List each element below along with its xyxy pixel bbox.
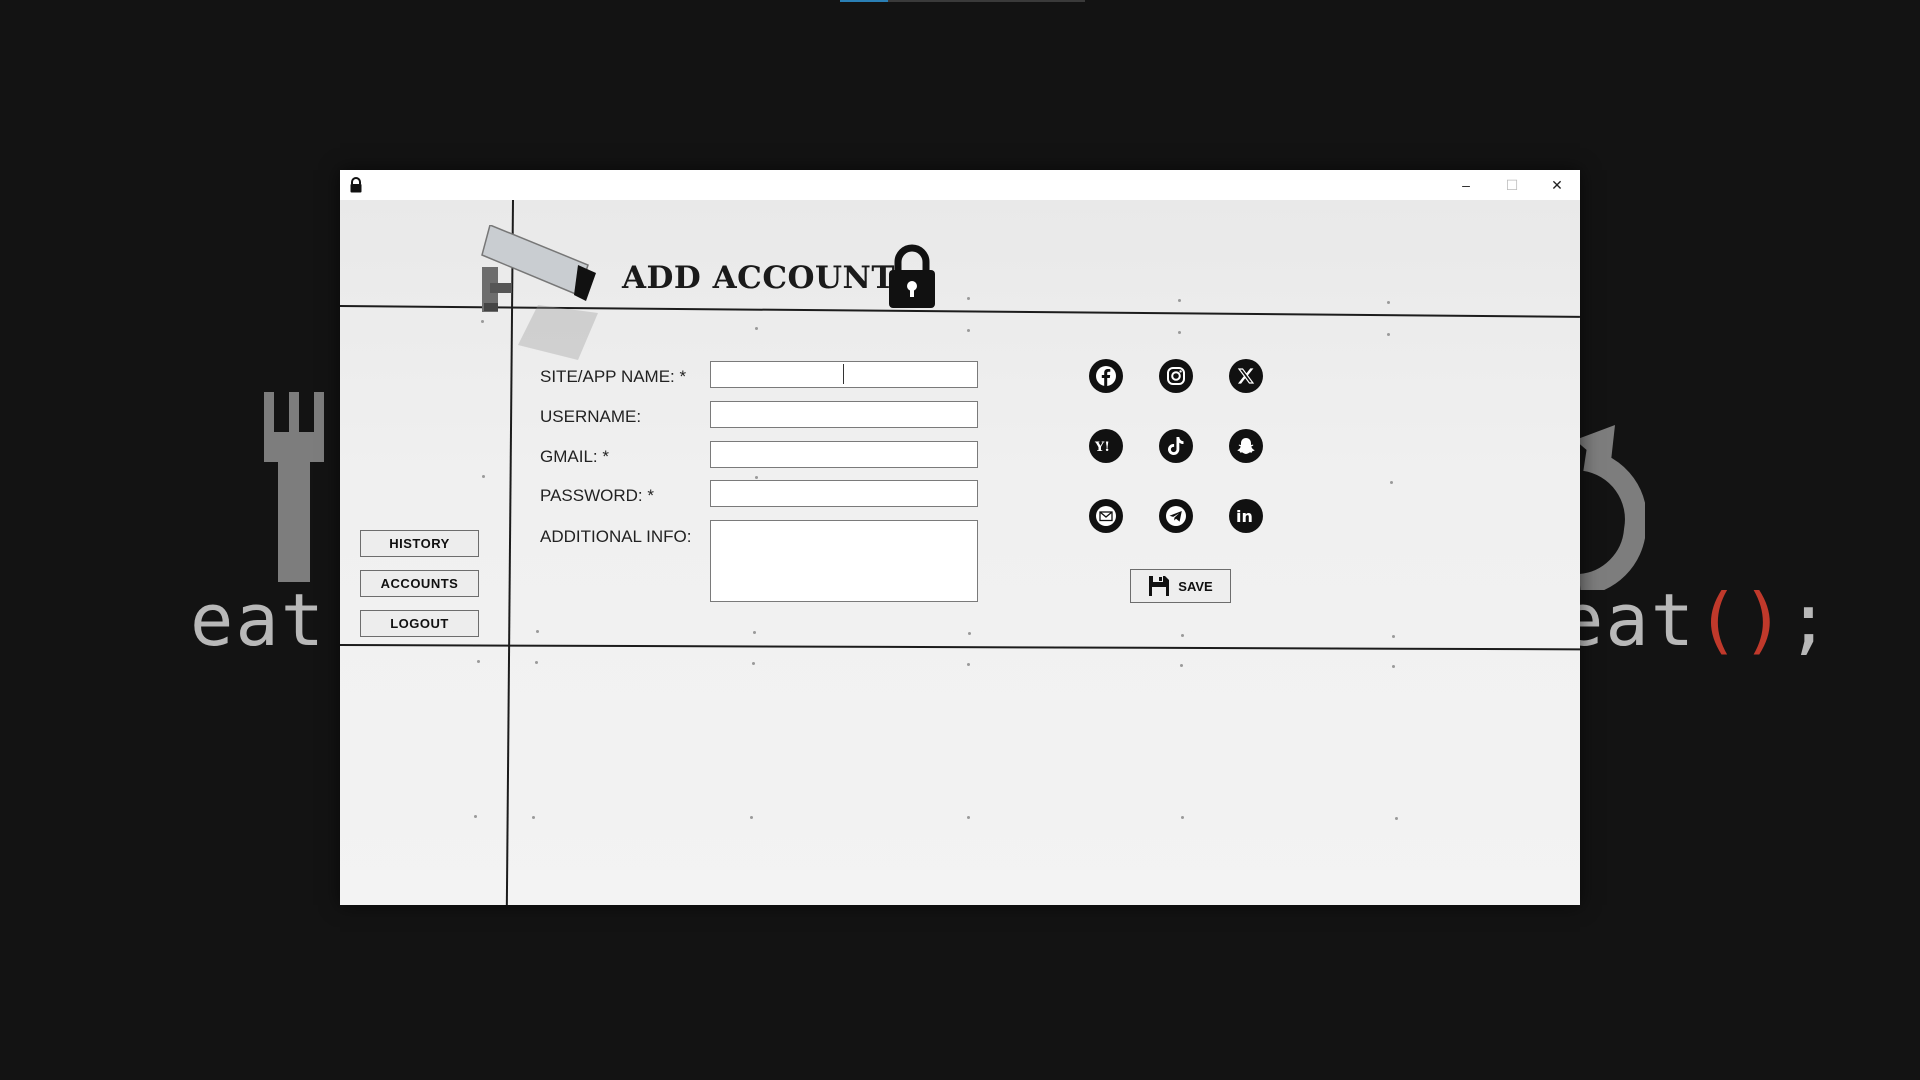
x-button[interactable] — [1229, 359, 1263, 393]
fork-icon — [264, 392, 324, 582]
save-label: SAVE — [1178, 578, 1213, 594]
telegram-icon — [1166, 506, 1186, 526]
gmail-label: GMAIL: * — [540, 447, 609, 466]
wall-dot — [536, 630, 539, 633]
wall-dot — [535, 661, 538, 664]
wall-dot — [968, 632, 971, 635]
tiktok-icon — [1168, 437, 1184, 455]
facebook-icon — [1096, 366, 1116, 386]
wall-dot — [752, 662, 755, 665]
wall-dot — [967, 663, 970, 666]
wall-dot — [482, 475, 485, 478]
wall-dot — [1181, 816, 1184, 819]
telegram-button[interactable] — [1159, 499, 1193, 533]
refresh-icon — [1575, 425, 1645, 590]
close-button[interactable]: ✕ — [1534, 170, 1580, 200]
site-app-name-input[interactable] — [710, 361, 978, 388]
wall-dot — [755, 327, 758, 330]
tiktok-button[interactable] — [1159, 429, 1193, 463]
lock-icon — [350, 177, 362, 193]
yahoo-button[interactable]: Y! — [1089, 429, 1123, 463]
facebook-button[interactable] — [1089, 359, 1123, 393]
linkedin-icon: in — [1236, 507, 1253, 525]
additional-info-textarea[interactable] — [710, 520, 978, 602]
wall-dot — [750, 816, 753, 819]
wall-dot — [1387, 333, 1390, 336]
taskbar-indicator-accent — [840, 0, 888, 2]
wall-dot — [1392, 635, 1395, 638]
email-button[interactable] — [1089, 499, 1123, 533]
linkedin-button[interactable]: in — [1229, 499, 1263, 533]
username-input[interactable] — [710, 401, 978, 428]
wall-dot — [477, 660, 480, 663]
snapchat-icon — [1237, 438, 1255, 454]
wall-dot — [1392, 665, 1395, 668]
instagram-button[interactable] — [1159, 359, 1193, 393]
snapchat-button[interactable] — [1229, 429, 1263, 463]
yahoo-glyph: Y! — [1094, 440, 1110, 454]
wall-dot — [967, 816, 970, 819]
additional-info-label: ADDITIONAL INFO: — [540, 527, 692, 546]
wall-dot — [755, 476, 758, 479]
wall-dot — [753, 631, 756, 634]
wallpaper-text-right: eat(); — [1560, 578, 1832, 662]
wall-dot — [967, 297, 970, 300]
x-icon — [1237, 368, 1255, 384]
wall-dot — [1181, 634, 1184, 637]
wall-dot — [1395, 817, 1398, 820]
wall-dot — [1387, 301, 1390, 304]
panel-line — [340, 644, 1580, 651]
save-button[interactable]: SAVE — [1130, 569, 1231, 603]
username-label: USERNAME: — [540, 407, 642, 426]
text-caret — [843, 364, 844, 384]
taskbar-indicator — [840, 0, 1085, 2]
content-area: ADD ACCOUNT SITE/APP NAME: * USERNAME: G… — [340, 200, 1580, 905]
password-input[interactable] — [710, 480, 978, 507]
accounts-button[interactable]: ACCOUNTS — [360, 570, 479, 597]
password-label: PASSWORD: * — [540, 486, 654, 505]
email-icon — [1096, 506, 1116, 526]
maximize-button[interactable]: ☐ — [1489, 170, 1535, 200]
logout-button[interactable]: LOGOUT — [360, 610, 479, 637]
instagram-icon — [1167, 367, 1185, 385]
gmail-input[interactable] — [710, 441, 978, 468]
security-camera-icon — [481, 225, 598, 360]
wall-dot — [1180, 664, 1183, 667]
page-title: ADD ACCOUNT — [622, 260, 895, 296]
wall-dot — [1390, 481, 1393, 484]
wall-dot — [1178, 299, 1181, 302]
app-window: – ☐ ✕ ADD ACCOUNT SITE/APP NAME: * USERN… — [340, 170, 1580, 905]
floppy-disk-icon — [1149, 576, 1170, 596]
wall-dot — [532, 816, 535, 819]
yahoo-icon: Y! — [1094, 440, 1110, 454]
wallpaper-text-semicolon: ; — [1786, 578, 1833, 662]
wall-dot — [474, 815, 477, 818]
title-bar[interactable]: – ☐ ✕ — [340, 170, 1580, 200]
linkedin-glyph: in — [1236, 507, 1253, 525]
wallpaper-text-paren: () — [1696, 578, 1787, 662]
padlock-icon — [889, 244, 935, 308]
history-button[interactable]: HISTORY — [360, 530, 479, 557]
site-app-name-label: SITE/APP NAME: * — [540, 367, 687, 386]
wallpaper-text-right-main: eat — [1560, 578, 1697, 662]
wallpaper-text-left: eat — [190, 578, 327, 662]
minimize-button[interactable]: – — [1443, 170, 1489, 200]
wall-dot — [967, 329, 970, 332]
wall-dot — [1178, 331, 1181, 334]
